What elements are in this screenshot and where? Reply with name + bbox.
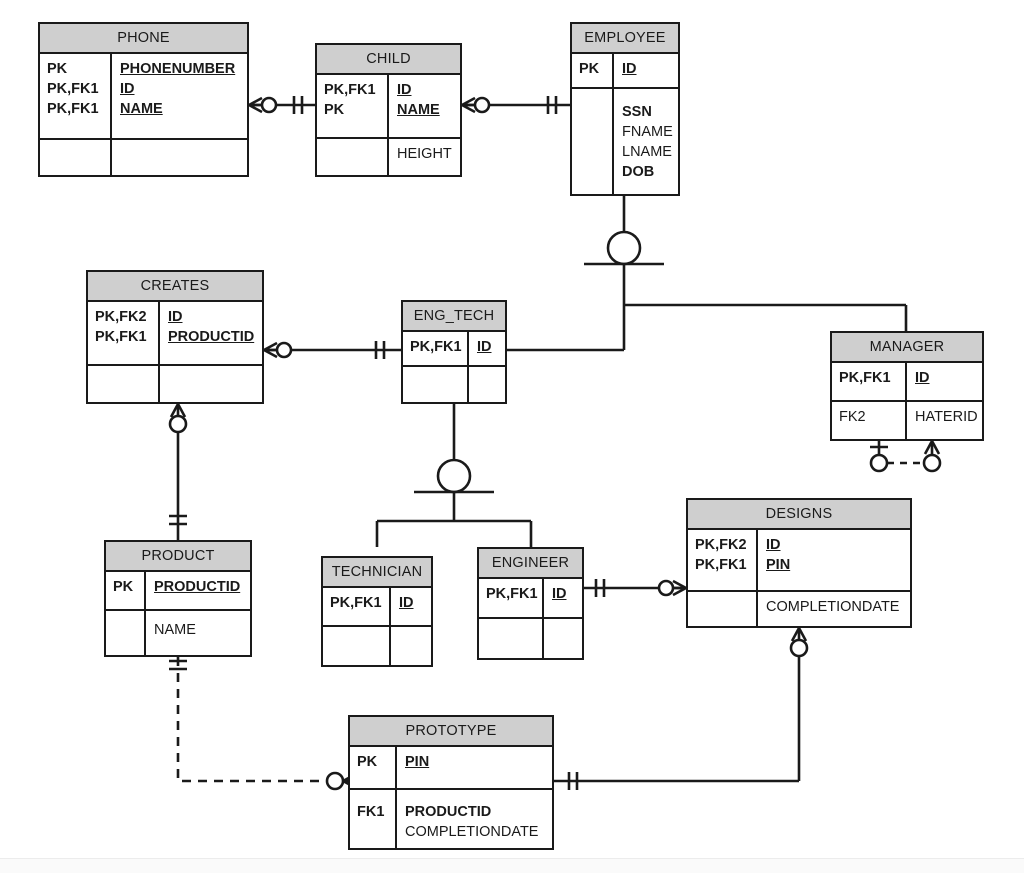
entity-eng-tech-title: ENG_TECH bbox=[403, 302, 505, 332]
key-label: PK bbox=[113, 579, 134, 595]
attribute-label: ID bbox=[552, 586, 567, 602]
entity-eng-tech-keys: PK,FK1 ID bbox=[403, 332, 505, 365]
attribute-label: PHONENUMBER bbox=[120, 61, 236, 77]
entity-engineer[interactable]: ENGINEER PK,FK1 ID bbox=[477, 547, 584, 660]
attribute-label: SSN bbox=[622, 104, 652, 120]
entity-employee-attributes: SSN FNAME LNAME DOB bbox=[572, 87, 678, 194]
entity-employee[interactable]: EMPLOYEE PK ID SSN FNAME LNAME DOB bbox=[570, 22, 680, 196]
attribute-label: ID bbox=[120, 81, 135, 97]
key-label: PK,FK1 bbox=[324, 82, 376, 98]
entity-engineer-title: ENGINEER bbox=[479, 549, 582, 579]
entity-employee-title: EMPLOYEE bbox=[572, 24, 678, 54]
subtype-circle-employee bbox=[606, 230, 642, 266]
card-phone-zero-or-many bbox=[248, 96, 278, 114]
entity-engineer-attributes bbox=[479, 617, 582, 658]
entity-technician-title: TECHNICIAN bbox=[323, 558, 431, 588]
attribute-label: PRODUCTID bbox=[405, 804, 492, 820]
entity-eng-tech[interactable]: ENG_TECH PK,FK1 ID bbox=[401, 300, 507, 404]
attribute-label: NAME bbox=[154, 622, 196, 638]
entity-phone-attributes bbox=[40, 138, 247, 175]
entity-designs-attributes: COMPLETIONDATE bbox=[688, 590, 910, 626]
entity-phone-keys: PK PK,FK1 PK,FK1 PHONENUMBER ID NAME bbox=[40, 54, 247, 138]
entity-product-attributes: NAME bbox=[106, 609, 250, 655]
card-child-zero-or-many bbox=[461, 96, 491, 114]
entity-product[interactable]: PRODUCT PK PRODUCTID NAME bbox=[104, 540, 252, 657]
entity-creates[interactable]: CREATES PK,FK2 PK,FK1 ID PRODUCTID bbox=[86, 270, 264, 404]
entity-prototype-keys: PK PIN bbox=[350, 747, 552, 788]
attribute-label: LNAME bbox=[622, 144, 672, 160]
entity-product-title: PRODUCT bbox=[106, 542, 250, 572]
attribute-label: ID bbox=[168, 309, 183, 325]
attribute-label: PIN bbox=[405, 754, 430, 770]
attribute-label: NAME bbox=[120, 101, 163, 117]
entity-manager-keys: PK,FK1 ID bbox=[832, 363, 982, 400]
key-label: PK bbox=[47, 61, 68, 77]
entity-employee-keys: PK ID bbox=[572, 54, 678, 87]
page-bottom-strip bbox=[0, 858, 1024, 873]
attribute-label: ID bbox=[397, 82, 412, 98]
entity-engineer-keys: PK,FK1 ID bbox=[479, 579, 582, 617]
entity-technician-attributes bbox=[323, 625, 431, 665]
attribute-label: COMPLETIONDATE bbox=[766, 599, 900, 615]
attribute-label: ID bbox=[766, 537, 781, 553]
er-diagram-canvas: PHONE PK PK,FK1 PK,FK1 PHONENUMBER ID NA… bbox=[0, 0, 1024, 873]
key-label: PK,FK1 bbox=[839, 370, 891, 386]
attribute-label: ID bbox=[622, 61, 637, 77]
entity-designs-title: DESIGNS bbox=[688, 500, 910, 530]
entity-manager[interactable]: MANAGER PK,FK1 ID FK2 HATERID bbox=[830, 331, 984, 441]
entity-designs[interactable]: DESIGNS PK,FK2 PK,FK1 ID PIN COMPLETIOND… bbox=[686, 498, 912, 628]
entity-manager-attributes: FK2 HATERID bbox=[832, 400, 982, 439]
key-label: PK,FK1 bbox=[410, 339, 462, 355]
attribute-label: DOB bbox=[622, 164, 655, 180]
attribute-label: HATERID bbox=[915, 409, 978, 425]
card-designs-zero-or-many bbox=[657, 579, 687, 597]
entity-prototype[interactable]: PROTOTYPE PK PIN FK1 PRODUCTID COMPLETIO… bbox=[348, 715, 554, 850]
entity-creates-attributes bbox=[88, 364, 262, 402]
key-label: PK,FK1 bbox=[95, 329, 147, 345]
entity-phone[interactable]: PHONE PK PK,FK1 PK,FK1 PHONENUMBER ID NA… bbox=[38, 22, 249, 177]
key-label: PK bbox=[357, 754, 378, 770]
key-label: PK,FK1 bbox=[486, 586, 538, 602]
key-label: FK2 bbox=[839, 409, 866, 425]
entity-eng-tech-attributes bbox=[403, 365, 505, 402]
attribute-label: FNAME bbox=[622, 124, 673, 140]
entity-prototype-title: PROTOTYPE bbox=[350, 717, 552, 747]
attribute-label: COMPLETIONDATE bbox=[405, 824, 539, 840]
entity-product-keys: PK PRODUCTID bbox=[106, 572, 250, 609]
attribute-label: ID bbox=[477, 339, 492, 355]
entity-child-title: CHILD bbox=[317, 45, 460, 75]
key-label: PK,FK1 bbox=[330, 595, 382, 611]
card-creates-zero-or-many bbox=[263, 341, 293, 359]
attribute-label: PIN bbox=[766, 557, 791, 573]
attribute-label: ID bbox=[399, 595, 414, 611]
attribute-label: PRODUCTID bbox=[168, 329, 255, 345]
attribute-label: PRODUCTID bbox=[154, 579, 241, 595]
entity-technician[interactable]: TECHNICIAN PK,FK1 ID bbox=[321, 556, 433, 667]
entity-phone-title: PHONE bbox=[40, 24, 247, 54]
key-label: PK,FK2 bbox=[695, 537, 747, 553]
key-label: PK bbox=[579, 61, 600, 77]
key-label: PK,FK1 bbox=[47, 101, 99, 117]
attribute-label: HEIGHT bbox=[397, 146, 452, 162]
key-label: PK bbox=[324, 102, 345, 118]
entity-creates-keys: PK,FK2 PK,FK1 ID PRODUCTID bbox=[88, 302, 262, 364]
entity-manager-title: MANAGER bbox=[832, 333, 982, 363]
entity-child-keys: PK,FK1 PK ID NAME bbox=[317, 75, 460, 137]
attribute-label: ID bbox=[915, 370, 930, 386]
key-label: PK,FK2 bbox=[95, 309, 147, 325]
entity-technician-keys: PK,FK1 ID bbox=[323, 588, 431, 625]
entity-child-attributes: HEIGHT bbox=[317, 137, 460, 175]
entity-designs-keys: PK,FK2 PK,FK1 ID PIN bbox=[688, 530, 910, 590]
entity-child[interactable]: CHILD PK,FK1 PK ID NAME HEIGHT bbox=[315, 43, 462, 177]
entity-prototype-attributes: FK1 PRODUCTID COMPLETIONDATE bbox=[350, 788, 552, 848]
subtype-circle-engtech bbox=[436, 458, 472, 494]
entity-creates-title: CREATES bbox=[88, 272, 262, 302]
attribute-label: NAME bbox=[397, 102, 440, 118]
key-label: FK1 bbox=[357, 804, 385, 820]
key-label: PK,FK1 bbox=[695, 557, 747, 573]
edge-product-prototype bbox=[176, 657, 327, 783]
key-label: PK,FK1 bbox=[47, 81, 99, 97]
